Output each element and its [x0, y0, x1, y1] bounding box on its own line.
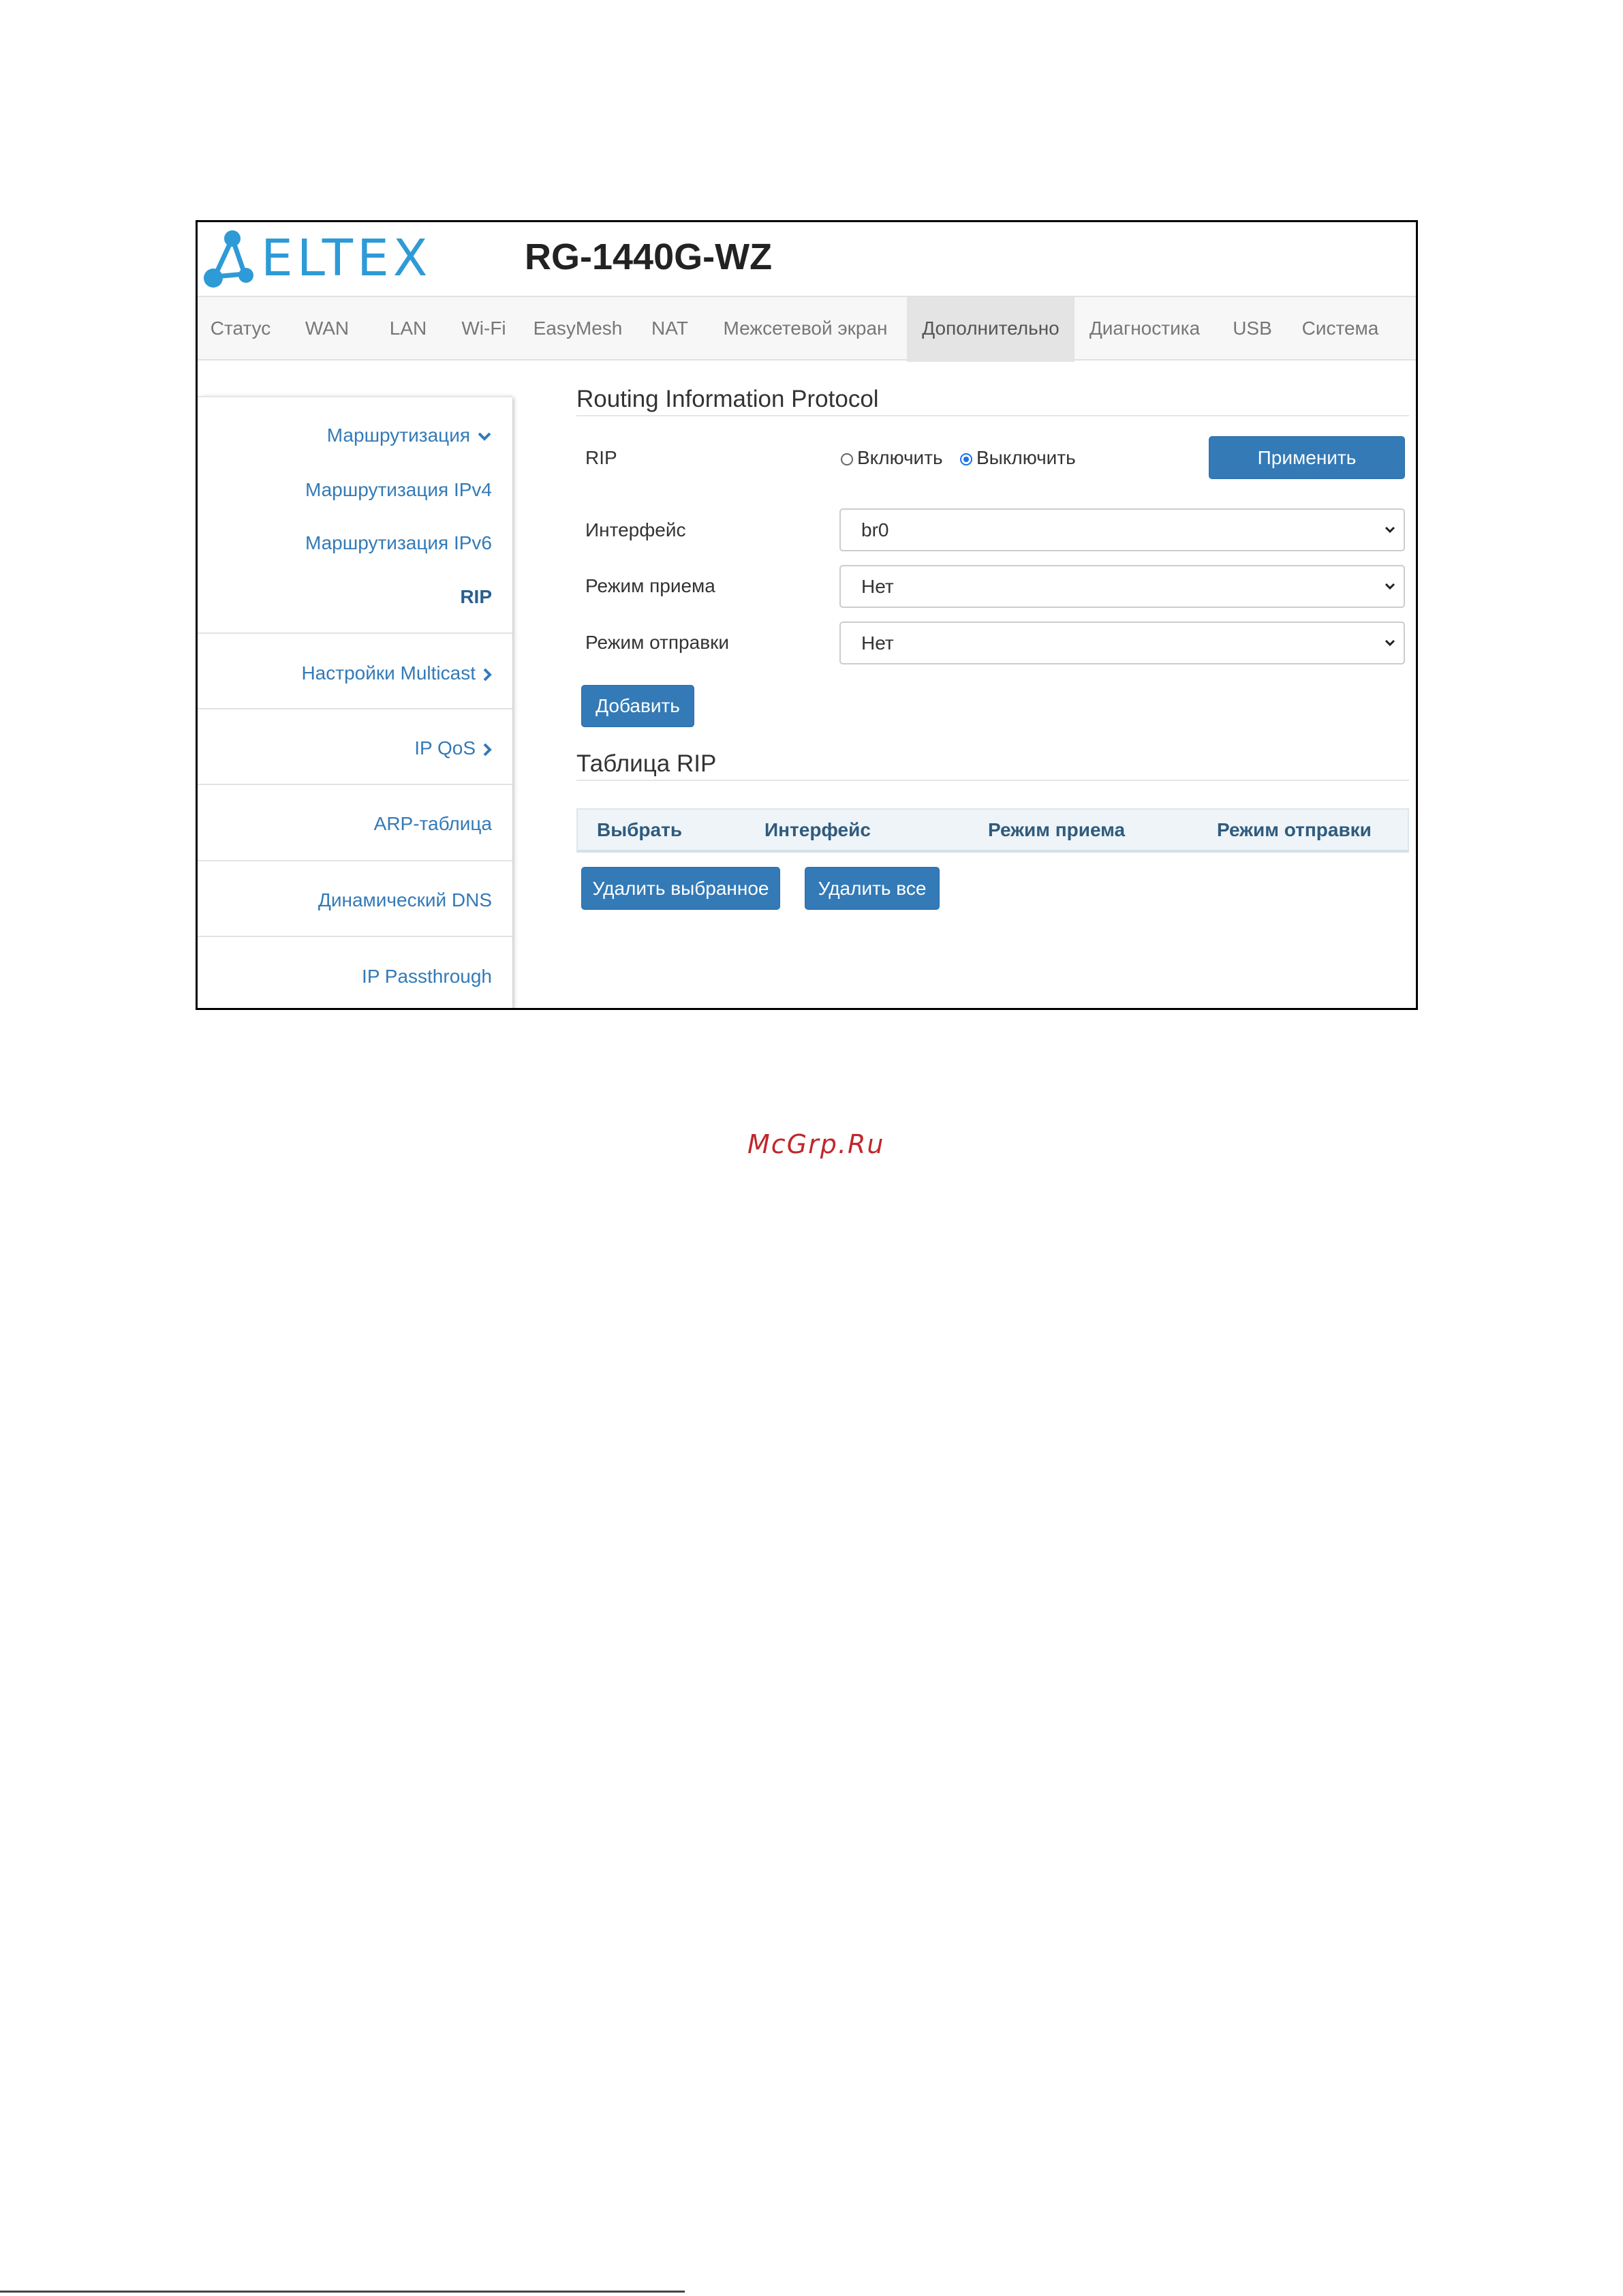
section-divider: [576, 415, 1409, 416]
header: ELTEX RG-1440G-WZ: [198, 222, 1416, 296]
tab-advanced[interactable]: Дополнительно: [907, 297, 1075, 362]
sidebar: Маршрутизация Маршрутизация IPv4 Маршрут…: [198, 396, 512, 1008]
rip-enable-option[interactable]: Включить: [841, 447, 943, 469]
rip-enable-label: Включить: [857, 447, 943, 468]
send-mode-label: Режим отправки: [585, 632, 729, 653]
rip-label: RIP: [585, 447, 617, 468]
rip-table-header: Выбрать Интерфейс Режим приема Режим отп…: [576, 808, 1409, 853]
sidebar-divider: [198, 708, 512, 709]
interface-select[interactable]: br0: [839, 508, 1405, 551]
sidebar-divider: [198, 632, 512, 634]
send-mode-select-value: Нет: [861, 632, 894, 654]
sidebar-item-routing-ipv4[interactable]: Маршрутизация IPv4: [305, 479, 492, 501]
interface-label: Интерфейс: [585, 519, 686, 540]
tab-lan[interactable]: LAN: [371, 297, 446, 362]
eltex-logo: ELTEX: [204, 229, 431, 288]
delete-all-button[interactable]: Удалить все: [805, 867, 940, 910]
sidebar-divider: [198, 860, 512, 861]
sidebar-item-ip-qos[interactable]: IP QoS: [414, 737, 492, 759]
column-header-send-mode: Режим отправки: [1217, 819, 1372, 840]
interface-select-value: br0: [861, 519, 889, 540]
tab-firewall[interactable]: Межсетевой экран: [706, 297, 905, 362]
delete-selected-button[interactable]: Удалить выбранное: [581, 867, 780, 910]
sidebar-item-label: Маршрутизация: [326, 425, 470, 446]
section-divider: [576, 780, 1409, 781]
tab-status[interactable]: Статус: [198, 297, 283, 362]
watermark: McGrp.Ru: [747, 1129, 885, 1159]
tab-easymesh[interactable]: EasyMesh: [522, 297, 634, 362]
sidebar-item-arp-table[interactable]: ARP-таблица: [374, 813, 492, 835]
sidebar-item-multicast[interactable]: Настройки Multicast: [301, 662, 492, 684]
add-button[interactable]: Добавить: [581, 685, 694, 727]
svg-text:ELTEX: ELTEX: [261, 229, 431, 288]
tab-system[interactable]: Система: [1290, 297, 1391, 362]
column-header-interface: Интерфейс: [764, 819, 871, 840]
sidebar-item-routing-ipv6[interactable]: Маршрутизация IPv6: [305, 532, 492, 554]
chevron-down-icon: [1385, 583, 1395, 590]
table-title: Таблица RIP: [576, 750, 717, 777]
column-header-select: Выбрать: [597, 819, 683, 840]
sidebar-divider: [198, 784, 512, 785]
receive-mode-select-value: Нет: [861, 576, 894, 597]
rip-disable-radio[interactable]: [960, 453, 972, 465]
rip-enable-radio[interactable]: [841, 453, 853, 465]
top-navigation: Статус WAN LAN Wi-Fi EasyMesh NAT Межсет…: [198, 296, 1416, 362]
sidebar-item-routing[interactable]: Маршрутизация: [327, 425, 492, 446]
tab-wan[interactable]: WAN: [283, 297, 371, 362]
tab-usb[interactable]: USB: [1215, 297, 1290, 362]
send-mode-select[interactable]: Нет: [839, 622, 1405, 664]
sidebar-divider: [198, 936, 512, 937]
tab-diagnostics[interactable]: Диагностика: [1075, 297, 1215, 362]
sidebar-item-label: IP QoS: [414, 737, 476, 759]
chevron-right-icon: [483, 743, 492, 756]
tab-nat[interactable]: NAT: [634, 297, 706, 362]
sidebar-item-ip-passthrough[interactable]: IP Passthrough: [362, 966, 492, 988]
receive-mode-label: Режим приема: [585, 575, 715, 596]
sidebar-item-label: Настройки Multicast: [301, 662, 476, 684]
column-header-receive-mode: Режим приема: [988, 819, 1126, 840]
sidebar-item-dynamic-dns[interactable]: Динамический DNS: [318, 889, 492, 911]
chevron-down-icon: [1385, 639, 1395, 647]
receive-mode-select[interactable]: Нет: [839, 565, 1405, 608]
page-bottom-rule: [0, 2291, 685, 2293]
chevron-right-icon: [483, 668, 492, 682]
rip-disable-label: Выключить: [976, 447, 1076, 468]
device-model: RG-1440G-WZ: [525, 236, 773, 277]
chevron-down-icon: [1385, 526, 1395, 534]
sidebar-item-rip[interactable]: RIP: [460, 586, 492, 608]
rip-disable-option[interactable]: Выключить: [960, 447, 1076, 469]
apply-button[interactable]: Применить: [1209, 436, 1405, 479]
tab-wifi[interactable]: Wi-Fi: [446, 297, 522, 362]
page-title: Routing Information Protocol: [576, 386, 879, 412]
chevron-down-icon: [478, 432, 491, 441]
router-web-ui: ELTEX RG-1440G-WZ Статус WAN LAN Wi-Fi E…: [196, 220, 1418, 1010]
